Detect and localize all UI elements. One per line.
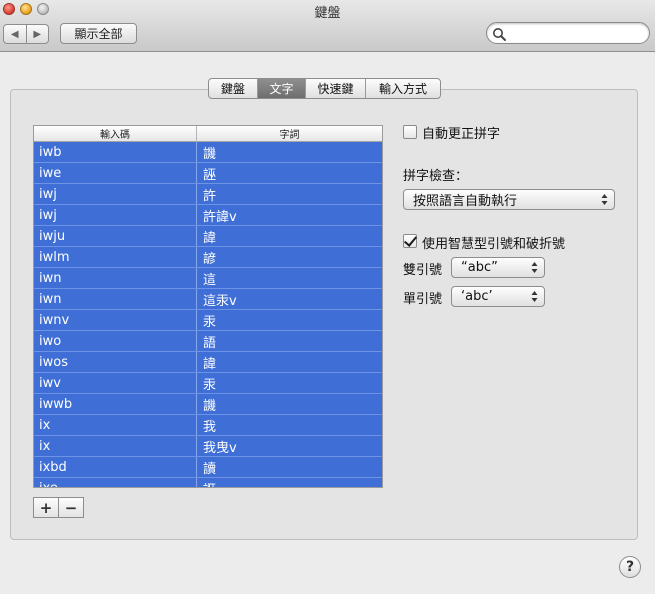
cell-code: ix [34, 415, 197, 435]
table-row[interactable]: iwju 諱 [34, 226, 382, 247]
table-row[interactable]: ixbd 讀 [34, 457, 382, 478]
cell-code: iwn [34, 289, 197, 309]
remove-entry-button[interactable]: − [58, 498, 83, 517]
add-remove-control: + − [33, 497, 84, 518]
single-quotes-label: 單引號 [403, 292, 443, 307]
table-row[interactable]: iwv 汞 [34, 373, 382, 394]
cell-word: 諱 [203, 356, 217, 372]
spelling-value: 按照語言自動執行 [413, 194, 518, 209]
add-entry-button[interactable]: + [34, 498, 58, 517]
cell-code: iwn [34, 268, 197, 288]
table-row[interactable]: iwj 許 [34, 184, 382, 205]
cell-word: 讀 [203, 461, 217, 477]
table-row[interactable]: iwos 諱 [34, 352, 382, 373]
cell-word: 諱 [203, 230, 217, 246]
cell-code: iwj [34, 205, 197, 225]
table-row[interactable]: iwo 語 [34, 331, 382, 352]
cell-code: ixbd [34, 457, 197, 477]
spelling-label: 拼字檢查： [403, 169, 469, 184]
double-quotes-label: 雙引號 [403, 263, 443, 278]
smart-quotes-label: 使用智慧型引號和破折號 [422, 237, 566, 252]
preference-tabs: 鍵盤 文字 快速鍵 輸入方式 [208, 78, 441, 99]
window-toolbar: 鍵盤 ◀ ▶ 顯示全部 [0, 0, 655, 52]
table-header: 輸入碼 字詞 [34, 126, 382, 142]
show-all-button[interactable]: 顯示全部 [60, 23, 137, 44]
cell-word: 誣 [203, 167, 217, 183]
cell-word: 我曳v [203, 440, 237, 456]
table-row[interactable]: iwlm 諺 [34, 247, 382, 268]
cell-word: 汞 [203, 377, 217, 393]
table-row[interactable]: iwj 許諱v [34, 205, 382, 226]
table-row[interactable]: iwnv 汞 [34, 310, 382, 331]
spelling-popup[interactable]: 按照語言自動執行 [403, 189, 615, 210]
cell-word: 許諱v [203, 209, 237, 225]
popup-arrows-icon [531, 291, 538, 302]
cell-word: 我 [203, 419, 217, 435]
tab-keyboard[interactable]: 鍵盤 [209, 79, 257, 98]
single-quotes-value: ‘abc’ [461, 289, 493, 304]
popup-arrows-icon [531, 262, 538, 273]
table-row[interactable]: iwe 誣 [34, 163, 382, 184]
cell-word: 語 [203, 335, 217, 351]
cell-word: 這 [203, 272, 217, 288]
window-title: 鍵盤 [314, 6, 341, 21]
table-row[interactable]: iwwb 譏 [34, 394, 382, 415]
table-row[interactable]: iwn 這 [34, 268, 382, 289]
table-row[interactable]: iwb 譏 [34, 142, 382, 163]
cell-code: iwe [34, 163, 197, 183]
table-row[interactable]: ixe誑 [34, 478, 382, 488]
back-arrow-icon[interactable]: ◀ [4, 25, 26, 43]
cell-code: iwlm [34, 247, 197, 267]
double-quotes-value: “abc” [461, 260, 498, 275]
cell-word: 諺 [203, 251, 217, 267]
single-quotes-popup[interactable]: ‘abc’ [451, 286, 545, 307]
cell-code: iwwb [34, 394, 197, 414]
cell-word: 譏 [203, 398, 217, 414]
auto-correct-label: 自動更正拼字 [422, 127, 501, 142]
cell-code: iwo [34, 331, 197, 351]
cell-code: iwv [34, 373, 197, 393]
cell-code: iwju [34, 226, 197, 246]
table-row[interactable]: iwn 這汞v [34, 289, 382, 310]
popup-arrows-icon [601, 194, 608, 205]
column-header-code[interactable]: 輸入碼 [34, 126, 197, 141]
table-row[interactable]: ix 我 [34, 415, 382, 436]
help-button[interactable]: ? [619, 556, 641, 578]
smart-quotes-checkbox[interactable] [403, 234, 417, 248]
cell-code: ixe [34, 478, 197, 487]
cell-word: 許 [203, 188, 217, 204]
forward-arrow-icon[interactable]: ▶ [25, 25, 49, 43]
cell-word: 這汞v [203, 293, 237, 309]
search-input[interactable] [486, 22, 650, 44]
cell-code: iwb [34, 142, 197, 162]
cell-code: iwj [34, 184, 197, 204]
cell-word: 譏 [203, 146, 217, 162]
cell-word: 汞 [203, 314, 217, 330]
cell-code: iwos [34, 352, 197, 372]
cell-code: iwnv [34, 310, 197, 330]
column-header-word[interactable]: 字詞 [197, 126, 382, 141]
tab-shortcuts[interactable]: 快速鍵 [305, 79, 365, 98]
table-rows: iwb 譏 iwe 誣 iwj 許 iwj 許諱v iwju 諱 iwlm 諺 iwn 這 iwn 這汞v iw… [34, 142, 382, 488]
auto-correct-checkbox[interactable] [403, 125, 417, 139]
search-icon [493, 28, 506, 41]
tab-text[interactable]: 文字 [257, 79, 305, 98]
text-replacement-table[interactable]: 輸入碼 字詞 iwb 譏 iwe 誣 iwj 許 iwj 許諱v iwju 諱 iwlm 諺 iwn 這 i… [33, 125, 383, 488]
double-quotes-popup[interactable]: “abc” [451, 257, 545, 278]
cell-word: 誑 [197, 478, 382, 488]
table-row[interactable]: ix 我曳v [34, 436, 382, 457]
cell-code: ix [34, 436, 197, 456]
tab-input-sources[interactable]: 輸入方式 [365, 79, 440, 98]
back-forward-control: ◀ ▶ [3, 24, 49, 44]
